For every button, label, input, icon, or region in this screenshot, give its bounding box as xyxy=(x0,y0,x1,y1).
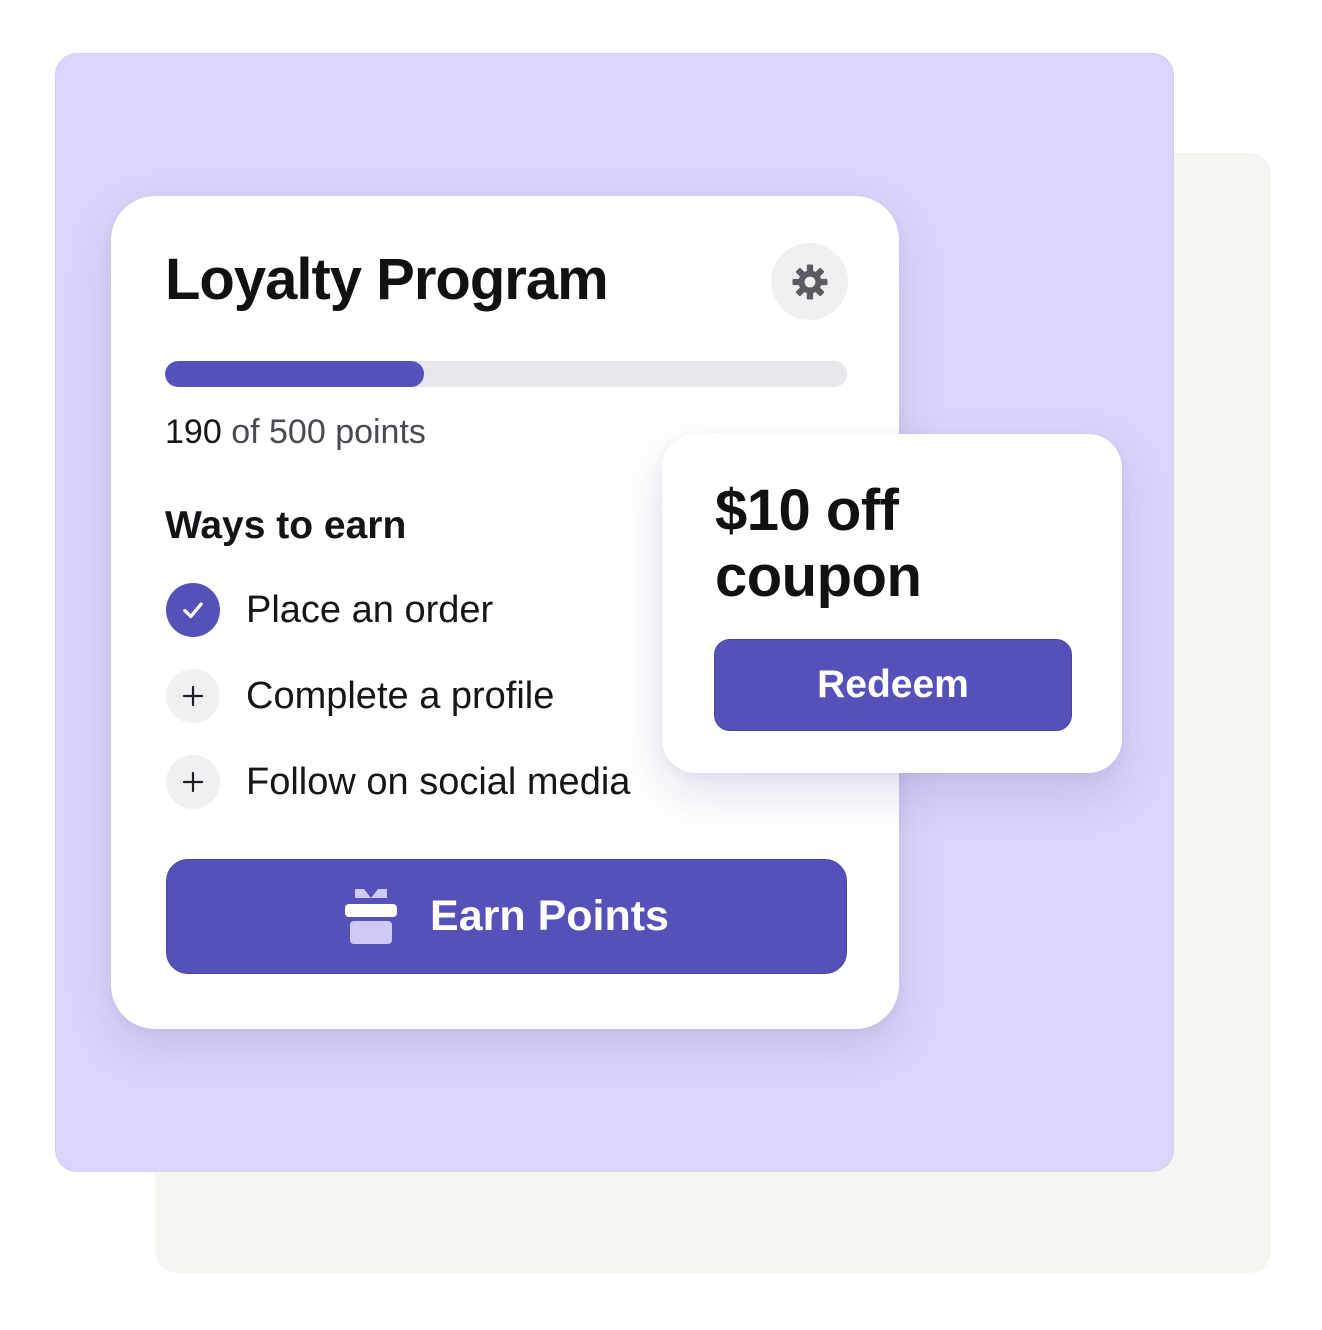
points-progress-fill xyxy=(165,361,425,387)
settings-button[interactable] xyxy=(771,243,848,320)
points-summary: 190 of 500 points xyxy=(165,410,426,454)
task-label: Follow on social media xyxy=(246,761,631,803)
coupon-card: $10 off coupon Redeem xyxy=(662,434,1122,773)
points-unit: points xyxy=(335,413,426,451)
ways-to-earn-heading: Ways to earn xyxy=(165,504,407,547)
task-label: Complete a profile xyxy=(246,675,555,717)
points-total: 500 xyxy=(269,413,326,451)
points-progress-bar xyxy=(165,361,847,387)
plus-icon xyxy=(182,685,204,707)
gift-icon xyxy=(345,888,398,944)
task-status-todo xyxy=(166,755,220,809)
plus-icon xyxy=(182,771,204,793)
task-status-todo xyxy=(166,669,220,723)
task-place-order[interactable]: Place an order xyxy=(166,583,493,637)
coupon-title: $10 off coupon xyxy=(715,478,922,609)
task-label: Place an order xyxy=(246,589,494,631)
earn-points-label: Earn Points xyxy=(430,892,669,940)
points-current: 190 xyxy=(165,413,222,451)
check-icon xyxy=(183,602,203,619)
points-of-text: of xyxy=(231,413,260,451)
earn-points-button[interactable]: Earn Points xyxy=(166,859,847,974)
task-status-done xyxy=(166,583,220,637)
task-complete-profile[interactable]: Complete a profile xyxy=(166,669,554,723)
gear-icon xyxy=(792,264,827,299)
page-title: Loyalty Program xyxy=(165,247,609,312)
task-follow-social[interactable]: Follow on social media xyxy=(166,755,630,809)
redeem-button[interactable]: Redeem xyxy=(714,639,1072,731)
